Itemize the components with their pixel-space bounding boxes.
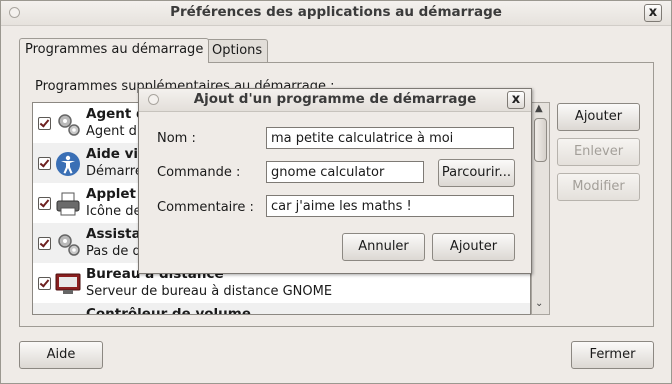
- enabled-checkbox[interactable]: [38, 237, 51, 250]
- program-description: Agent d': [86, 124, 141, 139]
- close-button[interactable]: Fermer: [571, 341, 654, 369]
- scroll-down-icon[interactable]: ⌄: [535, 298, 543, 309]
- name-field[interactable]: ma petite calculatrice à moi: [266, 127, 514, 149]
- list-scrollbar[interactable]: ▲ ⌄: [531, 102, 550, 315]
- tab-options[interactable]: Options: [206, 39, 269, 62]
- modify-program-button[interactable]: Modifier: [557, 173, 640, 201]
- remove-program-button[interactable]: Enlever: [557, 138, 640, 166]
- window-title: Préférences des applications au démarrag…: [170, 4, 502, 20]
- help-button[interactable]: Aide: [19, 341, 103, 369]
- program-description: Pas de d: [86, 244, 141, 259]
- add-program-button[interactable]: Ajouter: [557, 103, 640, 131]
- volume-icon: [54, 310, 82, 315]
- program-description: Icône de: [86, 204, 142, 219]
- accessibility-icon: [56, 152, 80, 176]
- browse-button[interactable]: Parcourir...: [438, 159, 515, 187]
- dialog-title: Ajout d'un programme de démarrage: [193, 91, 477, 107]
- name-label: Nom :: [157, 131, 196, 146]
- gears-icon: [58, 234, 80, 256]
- comment-field[interactable]: car j'aime les maths !: [266, 195, 514, 217]
- confirm-add-button[interactable]: Ajouter: [432, 233, 515, 261]
- enabled-checkbox[interactable]: [38, 197, 51, 210]
- program-title: Applet: [86, 186, 137, 202]
- program-description: Serveur de bureau à distance GNOME: [86, 284, 333, 299]
- scrollbar-thumb[interactable]: [534, 118, 547, 162]
- scroll-up-icon[interactable]: ▲: [535, 103, 543, 114]
- program-title: Agent d: [86, 106, 146, 122]
- comment-label: Commentaire :: [157, 200, 254, 215]
- command-field[interactable]: gnome calculator: [266, 161, 424, 183]
- window-titlebar[interactable]: Préférences des applications au démarrag…: [1, 1, 671, 26]
- enabled-checkbox[interactable]: [38, 277, 51, 290]
- program-title: Contrôleur de volume: [86, 306, 251, 315]
- dialog-titlebar[interactable]: Ajout d'un programme de démarrage x: [139, 89, 531, 112]
- tab-startup-programs[interactable]: Programmes au démarrage: [19, 38, 210, 63]
- gears-icon: [58, 114, 80, 136]
- add-startup-program-dialog: Ajout d'un programme de démarrage x Nom …: [138, 88, 532, 274]
- program-description: Démarre: [86, 164, 143, 179]
- list-item[interactable]: Contrôleur de volume: [33, 303, 530, 315]
- enabled-checkbox[interactable]: [38, 157, 51, 170]
- window-close-button[interactable]: x: [644, 4, 662, 22]
- dialog-close-button[interactable]: x: [507, 91, 525, 109]
- program-title: Assista: [86, 226, 141, 242]
- remote-desktop-icon: [55, 273, 81, 294]
- command-label: Commande :: [157, 165, 241, 180]
- enabled-checkbox[interactable]: [38, 117, 51, 130]
- printer-icon: [56, 192, 80, 216]
- cancel-button[interactable]: Annuler: [342, 233, 425, 261]
